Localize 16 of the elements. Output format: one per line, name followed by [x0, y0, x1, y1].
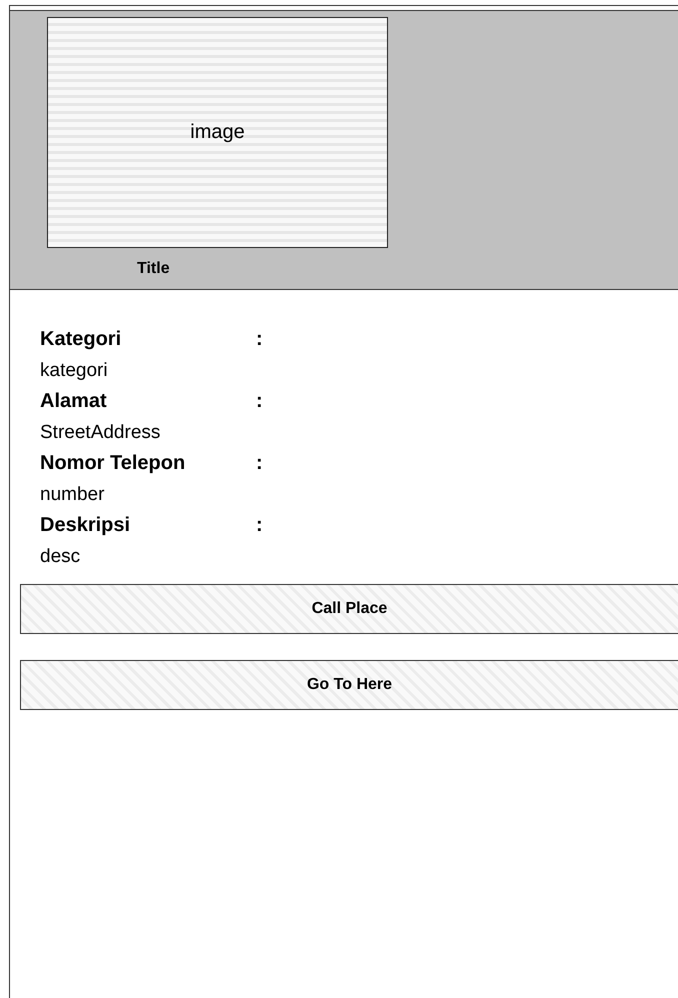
detail-label: Alamat: [40, 389, 108, 414]
detail-label: Deskripsi: [40, 513, 132, 538]
detail-label: Kategori: [40, 327, 122, 352]
detail-separator: :: [256, 327, 263, 352]
detail-separator: :: [256, 389, 263, 414]
detail-value: kategori: [40, 359, 108, 383]
place-title: Title: [137, 260, 170, 278]
detail-value: StreetAddress: [40, 421, 160, 445]
detail-value: desc: [40, 545, 80, 569]
detail-separator: :: [256, 513, 263, 538]
action-button[interactable]: Call Place: [20, 584, 678, 634]
action-button[interactable]: Go To Here: [20, 660, 678, 710]
image-label: image: [190, 121, 245, 144]
detail-value: number: [40, 483, 104, 507]
detail-label: Nomor Telepon: [40, 451, 186, 476]
detail-separator: :: [256, 451, 263, 476]
